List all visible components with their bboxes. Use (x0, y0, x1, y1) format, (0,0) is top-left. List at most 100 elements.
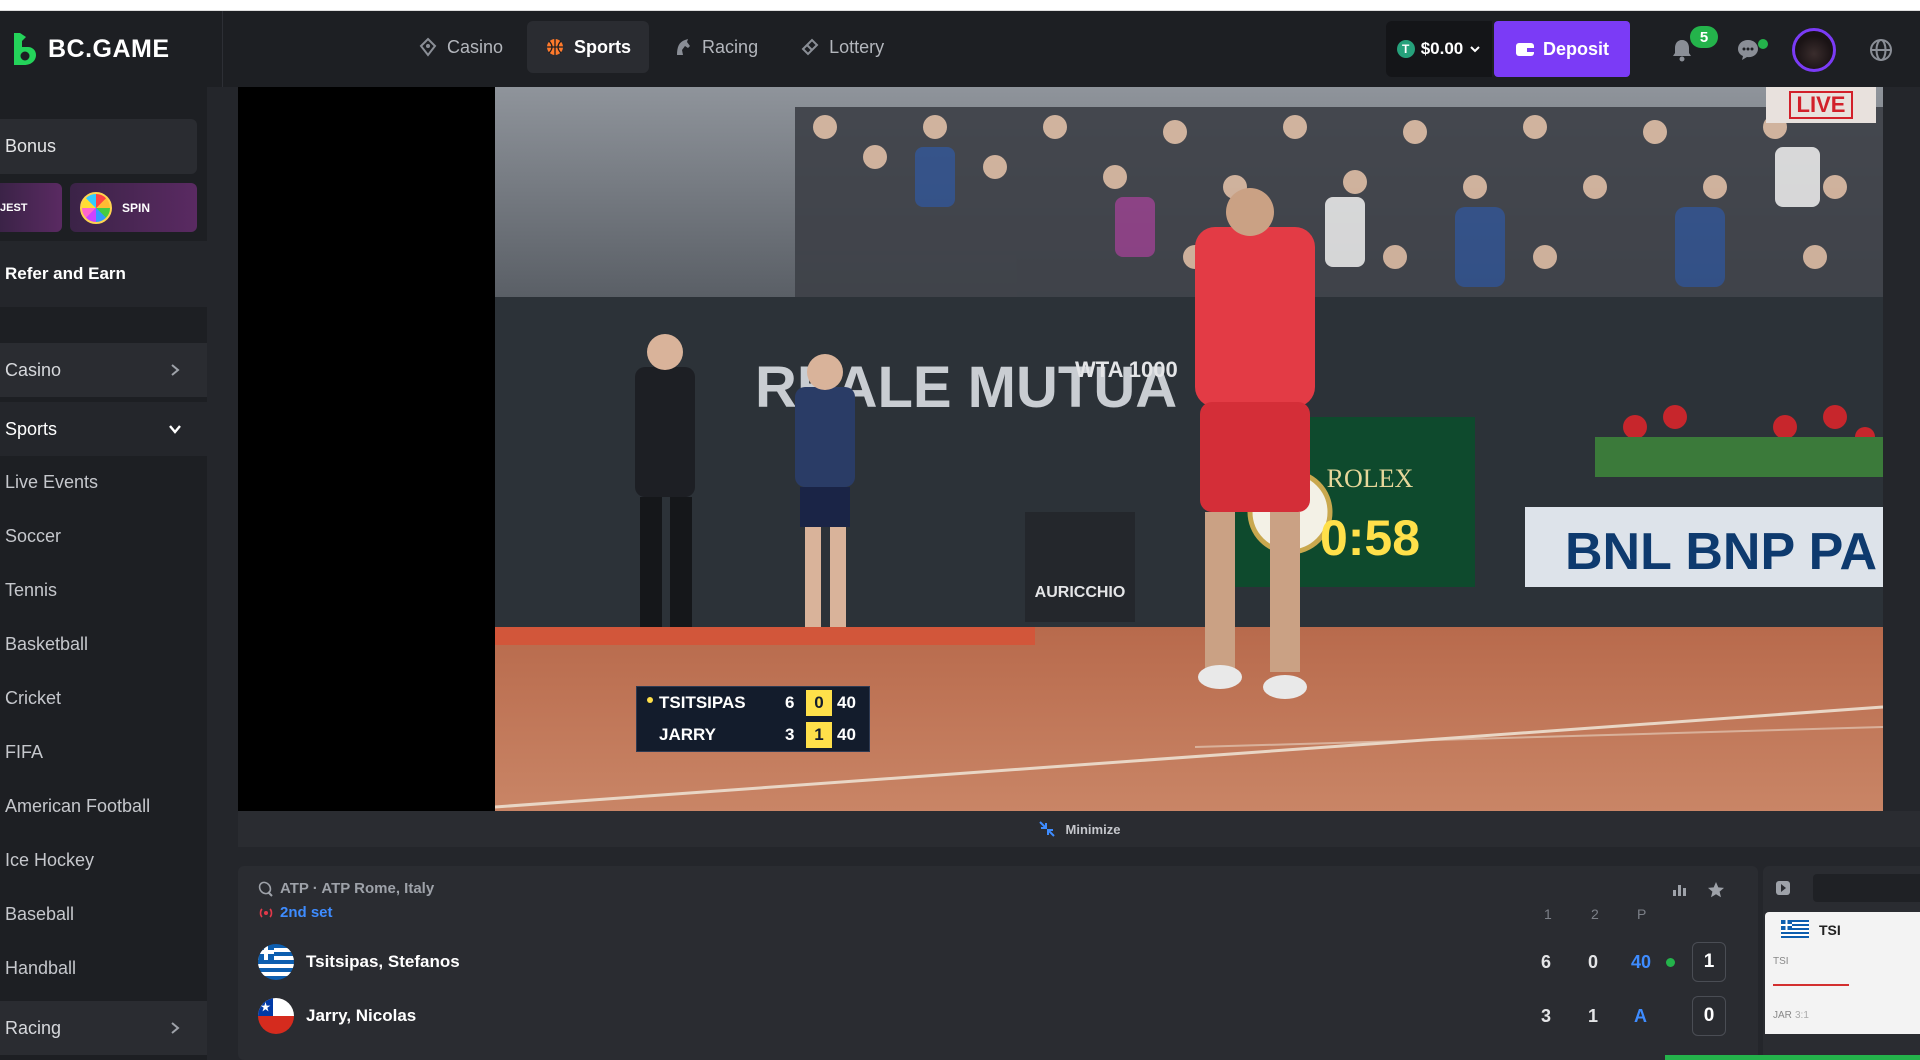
sidebar-sub-american-football[interactable]: American Football (5, 796, 150, 817)
chevron-down-icon (169, 425, 181, 434)
chile-flag-icon (258, 998, 294, 1034)
rolex-board-text: ROLEX (1327, 464, 1414, 493)
player-1-sets: 1 (1692, 942, 1726, 982)
sidebar-bonus[interactable]: Bonus (0, 119, 197, 174)
player-2-set2: 1 (1588, 1006, 1599, 1026)
greece-flag-icon (258, 944, 294, 980)
col-head-set1: 1 (1544, 906, 1552, 922)
serving-indicator (1666, 958, 1675, 967)
nav-racing-label: Racing (702, 36, 759, 57)
sidebar-item-casino[interactable]: Casino (0, 343, 207, 397)
sidebar-sub-soccer[interactable]: Soccer (5, 526, 61, 547)
sidebar-sub-tennis[interactable]: Tennis (5, 580, 57, 601)
overlay-player2-set1: 3 (785, 725, 795, 744)
sidebar-spin[interactable]: SPIN (70, 183, 197, 232)
sidebar-sub-cricket[interactable]: Cricket (5, 688, 61, 709)
balance-value: $0.00 (1420, 39, 1464, 58)
browser-top-strip (0, 0, 1920, 11)
spin-label: SPIN (122, 200, 151, 215)
banner-bnl: BNL BNP PA (1565, 523, 1877, 581)
play-video-icon[interactable] (1775, 880, 1791, 896)
chevron-right-icon (171, 1022, 180, 1034)
minimize-icon (1038, 821, 1055, 837)
rolex-clock-readout: 0:58 (1320, 510, 1420, 566)
deposit-button[interactable]: Deposit (1494, 21, 1630, 77)
sidebar-sub-live-events[interactable]: Live Events (5, 472, 98, 493)
match-league[interactable]: ATP · ATP Rome, Italy (258, 880, 434, 897)
sidebar-sub-basketball[interactable]: Basketball (5, 634, 88, 655)
live-badge-text: LIVE (1788, 91, 1854, 119)
player-2-sets: 0 (1692, 996, 1726, 1036)
sidebar-racing-label: Racing (5, 1017, 62, 1038)
minimize-label: Minimize (1065, 821, 1121, 837)
sidebar-sub-fifa[interactable]: FIFA (5, 742, 43, 763)
player-2-points: A (1634, 1006, 1647, 1026)
overlay-player2-set2: 1 (806, 722, 832, 748)
tracker-line (1773, 984, 1849, 986)
brand-logo[interactable]: BC.GAME (8, 31, 170, 67)
brand-name: BC.GAME (48, 34, 170, 63)
overlay-player1-set2: 0 (806, 690, 832, 716)
player-1-set1: 6 (1541, 952, 1552, 972)
tracker-card[interactable]: TSI TSI JAR 3:1 (1765, 912, 1920, 1034)
basketball-icon (547, 39, 564, 55)
usdt-icon: T (1396, 40, 1415, 58)
tracker-team-b-short: JAR (1773, 1010, 1792, 1021)
sidebar-sub-ice-hockey[interactable]: Ice Hockey (5, 850, 94, 871)
nav-sports[interactable]: Sports (527, 21, 650, 73)
favorite-star-icon[interactable] (1707, 881, 1725, 899)
sidebar-refer-and-earn[interactable]: Refer and Earn (0, 241, 207, 307)
minimize-button[interactable]: Minimize (238, 811, 1920, 847)
sidebar-sub-baseball[interactable]: Baseball (5, 904, 74, 925)
col-head-points: P (1637, 906, 1647, 922)
sidebar-sports-label: Sports (5, 418, 58, 439)
match-status: 2nd set (258, 904, 333, 921)
stats-icon[interactable] (1671, 882, 1687, 898)
overlay-player1-set1: 6 (785, 693, 795, 712)
league-name: ATP · ATP Rome, Italy (280, 880, 435, 897)
live-video-player[interactable]: REALE MUTUA WTA 1000 ROLEX 0:58 BNL BNP … (238, 87, 1883, 811)
main-nav: Casino Sports Racing Lottery (400, 21, 902, 73)
tennis-icon (258, 881, 273, 897)
tracker-team-a: TSI (1819, 922, 1841, 938)
horse-icon (677, 39, 691, 55)
nav-lottery-label: Lottery (829, 36, 885, 57)
nav-casino-label: Casino (447, 36, 504, 57)
match-score-panel: ATP · ATP Rome, Italy 2nd set 1 2 P Tsit… (238, 866, 1758, 1060)
broadcast-score-overlay: TSITSIPAS 6 0 40 JARRY 3 1 40 (636, 686, 870, 752)
chat-online-dot (1758, 39, 1768, 49)
sidebar-item-racing[interactable]: Racing (0, 1001, 207, 1055)
chat-icon[interactable] (1735, 37, 1761, 63)
player-1-name: Tsitsipas, Stefanos (306, 952, 460, 971)
banner-auricchio: AURICCHIO (1035, 584, 1126, 601)
top-header: BC.GAME Casino Sports Racing Lottery T $… (0, 11, 1920, 87)
sidebar-casino-label: Casino (5, 359, 62, 380)
nav-casino[interactable]: Casino (400, 21, 521, 73)
sidebar: Bonus JEST SPIN Refer and Earn Casino Sp… (0, 87, 207, 1060)
overlay-player2-points: 40 (837, 725, 856, 744)
deposit-label: Deposit (1542, 38, 1609, 59)
overlay-serve-dot (647, 697, 653, 703)
live-badge: LIVE (1766, 87, 1876, 123)
user-avatar[interactable] (1792, 28, 1836, 72)
overlay-player1-points: 40 (837, 693, 856, 712)
notification-badge: 5 (1690, 26, 1718, 48)
tracker-tabs[interactable] (1813, 874, 1920, 902)
wallet-balance[interactable]: T $0.00 (1386, 21, 1492, 77)
progress-strip (1665, 1055, 1920, 1060)
player-2-set1: 3 (1541, 1006, 1552, 1026)
overlay-player1-name: TSITSIPAS (659, 693, 746, 712)
sidebar-sub-handball[interactable]: Handball (5, 958, 76, 979)
col-head-set2: 2 (1591, 906, 1599, 922)
player-1-points: 40 (1631, 952, 1652, 972)
spin-wheel-icon (80, 191, 112, 224)
sidebar-item-sports[interactable]: Sports (0, 402, 207, 456)
ticket-icon (801, 38, 819, 56)
nav-lottery[interactable]: Lottery (782, 21, 902, 73)
sidebar-quest[interactable]: JEST (0, 183, 62, 232)
nav-racing[interactable]: Racing (655, 21, 776, 73)
tracker-team-a-short: TSI (1773, 956, 1789, 967)
casino-icon (419, 37, 437, 57)
header-divider (222, 11, 223, 87)
globe-icon[interactable] (1868, 37, 1894, 63)
